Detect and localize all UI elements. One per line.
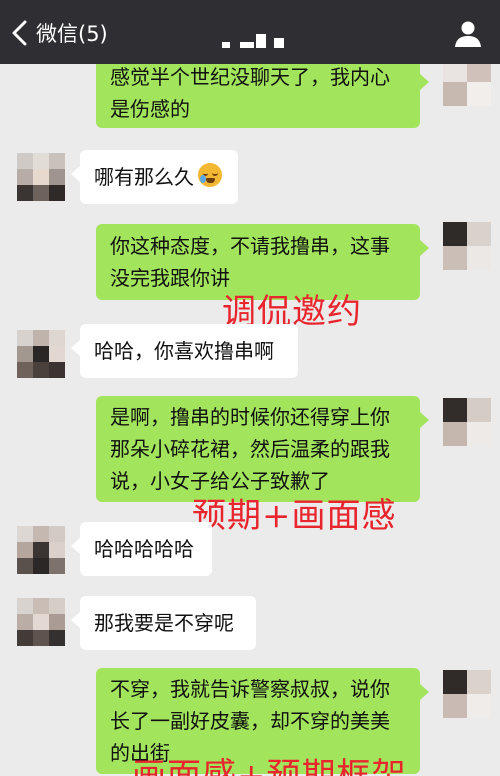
chevron-left-icon (12, 20, 27, 46)
message-line: 你这种态度，不请我撸串，这事 (110, 234, 390, 258)
message-text: 哪有那么久 (94, 165, 194, 189)
message-bubble-received[interactable]: 哪有那么久 (71, 150, 238, 204)
message-bubble-received[interactable]: 那我要是不穿呢 (71, 596, 256, 650)
my-avatar[interactable] (443, 64, 491, 106)
message-bubble-received[interactable]: 哈哈哈哈哈 (71, 522, 212, 576)
message-line: 是啊，撸串的时候你还得穿上你 (110, 405, 390, 429)
message-line: 哪有那么久 (94, 161, 224, 193)
annotation-label: 画面感+预期框架 (132, 756, 407, 776)
message-line: 是伤感的 (110, 97, 190, 121)
chat-title-redacted (222, 34, 290, 48)
message-line: 不穿，我就告诉警察叔叔，说你 (110, 677, 390, 701)
contact-avatar[interactable] (17, 598, 65, 646)
chat-area[interactable]: 感觉半个世纪没聊天了，我内心 是伤感的 哪有那么久 你这种态度，不请我撸串，这事… (0, 64, 500, 776)
back-button[interactable]: 微信(5) (10, 18, 108, 48)
contact-avatar[interactable] (17, 330, 65, 378)
person-icon (455, 21, 481, 47)
message-bubble-sent[interactable]: 感觉半个世纪没聊天了，我内心 是伤感的 (96, 64, 429, 128)
message-line: 没完我跟你讲 (110, 266, 230, 290)
chat-info-button[interactable] (452, 20, 484, 48)
contact-avatar[interactable] (17, 153, 65, 201)
message-line: 说，小女子给公子致歉了 (110, 469, 330, 493)
message-line: 哈哈，你喜欢撸串啊 (94, 339, 274, 363)
message-bubble-sent[interactable]: 是啊，撸串的时候你还得穿上你 那朵小碎花裙，然后温柔的跟我 说，小女子给公子致歉… (96, 396, 429, 502)
crying-laughing-emoji-icon (198, 163, 222, 187)
message-line: 那我要是不穿呢 (94, 611, 234, 635)
annotation-label: 预期+画面感 (192, 496, 397, 536)
message-bubble-sent[interactable]: 你这种态度，不请我撸串，这事 没完我跟你讲 (96, 224, 429, 300)
message-line: 长了一副好皮囊，却不穿的美美 (110, 709, 390, 733)
my-avatar[interactable] (443, 222, 491, 270)
title-bar: 微信(5) (0, 0, 500, 64)
message-bubble-received[interactable]: 哈哈，你喜欢撸串啊 (71, 324, 298, 378)
my-avatar[interactable] (443, 398, 491, 446)
message-line: 那朵小碎花裙，然后温柔的跟我 (110, 437, 390, 461)
message-line: 哈哈哈哈哈 (94, 537, 194, 561)
back-label: 微信(5) (36, 22, 108, 46)
message-line: 感觉半个世纪没聊天了，我内心 (110, 65, 390, 89)
contact-avatar[interactable] (17, 526, 65, 574)
my-avatar[interactable] (443, 670, 491, 718)
